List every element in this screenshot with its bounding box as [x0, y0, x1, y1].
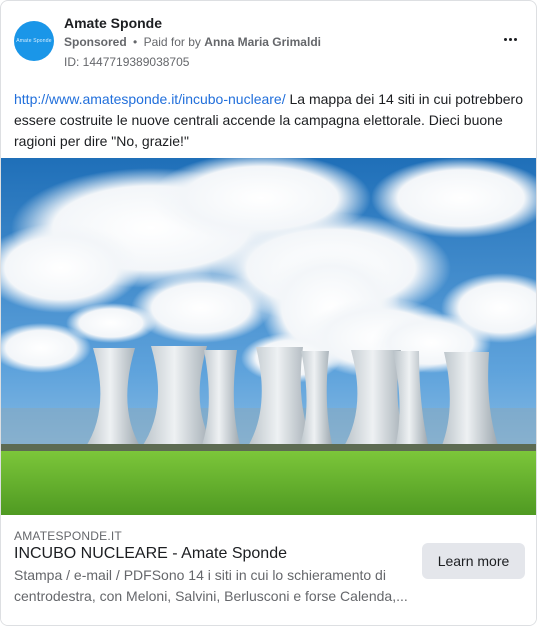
ad-body-text: http://www.amatesponde.it/incubo-nuclear… [14, 89, 524, 152]
more-options-button[interactable] [498, 27, 522, 51]
learn-more-button[interactable]: Learn more [422, 543, 525, 579]
ad-id: ID: 1447719389038705 [64, 55, 190, 69]
sponsored-line: Sponsored • Paid for by Anna Maria Grima… [64, 35, 321, 49]
more-dot [513, 37, 517, 41]
link-title[interactable]: INCUBO NUCLEARE - Amate Sponde [14, 545, 287, 563]
ad-header: Amate Sponde Amate Sponde Sponsored • Pa… [1, 1, 536, 81]
avatar[interactable]: Amate Sponde [14, 21, 54, 61]
grass-field [1, 451, 536, 515]
page-name[interactable]: Amate Sponde [64, 15, 162, 31]
link-preview[interactable]: AMATESPONDE.IT INCUBO NUCLEARE - Amate S… [1, 515, 536, 625]
sponsored-label: Sponsored [64, 35, 127, 49]
more-dot [508, 37, 512, 41]
separator-dot: • [133, 35, 138, 49]
ad-card: Amate Sponde Amate Sponde Sponsored • Pa… [0, 0, 537, 626]
more-horizontal-icon [503, 37, 507, 41]
body-link[interactable]: http://www.amatesponde.it/incubo-nuclear… [14, 91, 286, 107]
link-description: Stampa / e-mail / PDFSono 14 i siti in c… [14, 567, 408, 604]
link-domain: AMATESPONDE.IT [14, 529, 122, 543]
paid-for-prefix: Paid for by [143, 35, 201, 49]
payer-name: Anna Maria Grimaldi [204, 35, 321, 49]
ad-image[interactable] [1, 158, 536, 515]
treeline [1, 444, 536, 452]
nuclear-plant-photo [1, 158, 536, 515]
